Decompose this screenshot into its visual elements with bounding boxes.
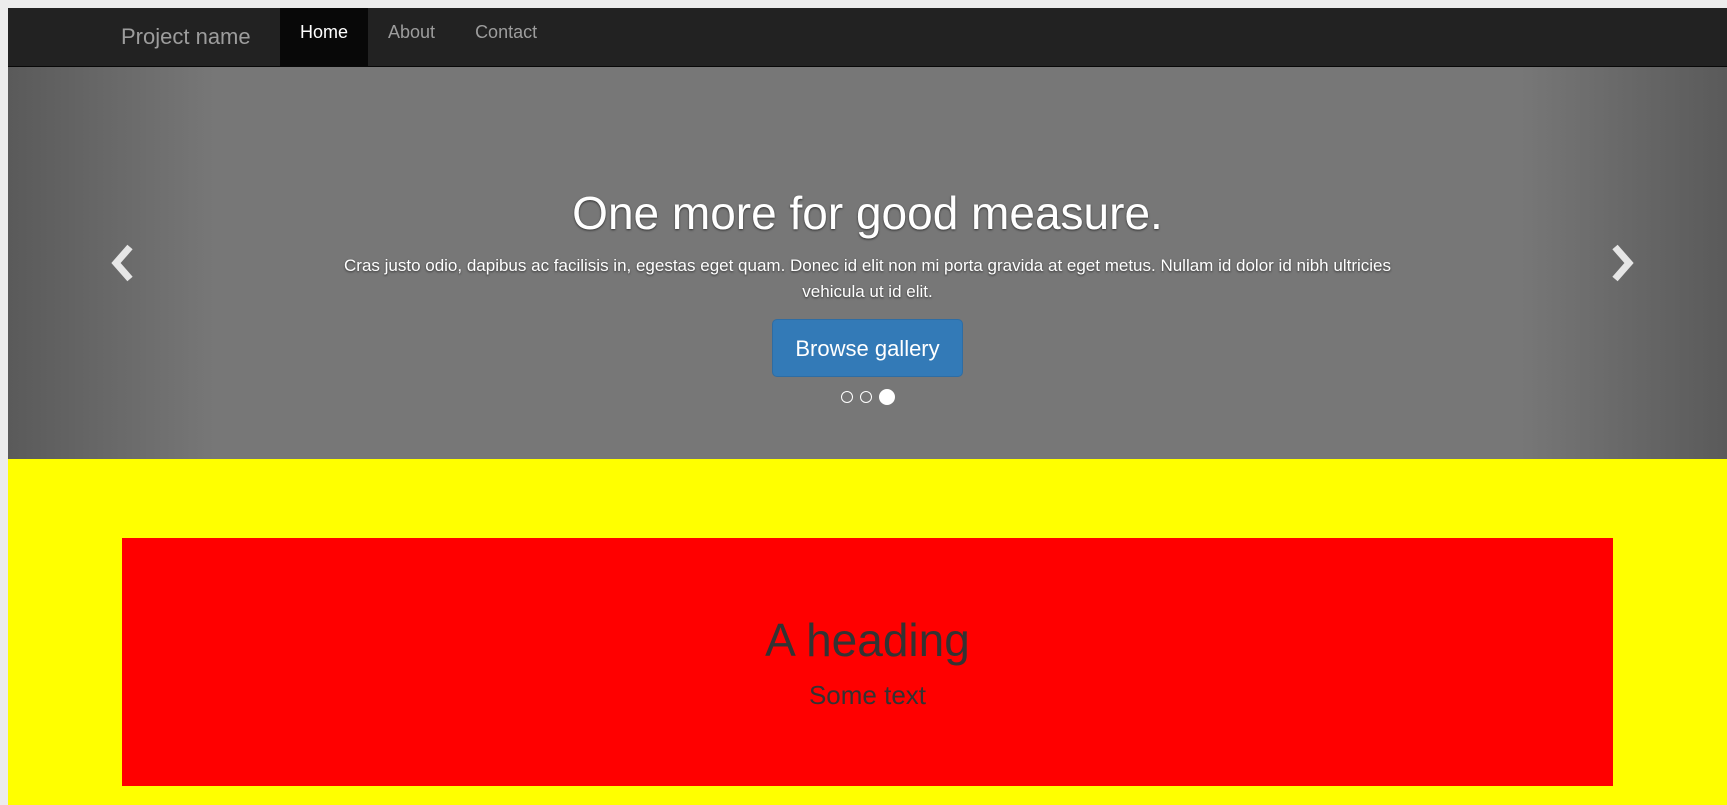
carousel: One more for good measure. Cras justo od… [8,67,1727,459]
nav-link-home[interactable]: Home [280,8,369,66]
carousel-indicator-3[interactable] [878,389,895,405]
navbar: Project name Home About Contact [8,8,1727,67]
jumbotron-text: Some text [808,680,927,710]
nav-menu: Home About Contact [280,8,557,66]
carousel-indicator-2[interactable] [859,391,872,403]
carousel-caption: One more for good measure. Cras justo od… [8,185,1727,405]
nav-link-about[interactable]: About [368,8,455,66]
browse-gallery-button[interactable]: Browse gallery [772,319,963,377]
jumbotron-heading: A heading [765,614,970,666]
nav-item-contact: Contact [455,8,557,66]
nav-item-home: Home [280,8,369,66]
brand-link[interactable]: Project name [121,8,251,66]
carousel-heading: One more for good measure. [572,187,1163,239]
carousel-indicators [8,389,1727,405]
browser-viewport: Project name Home About Contact One more… [8,8,1727,805]
nav-link-contact[interactable]: Contact [455,8,557,66]
jumbotron-panel: A heading Some text [122,538,1613,786]
nav-item-about: About [368,8,455,66]
carousel-text: Cras justo odio, dapibus ac facilisis in… [344,256,1391,301]
yellow-section: A heading Some text [8,459,1727,805]
carousel-indicator-1[interactable] [840,391,853,403]
